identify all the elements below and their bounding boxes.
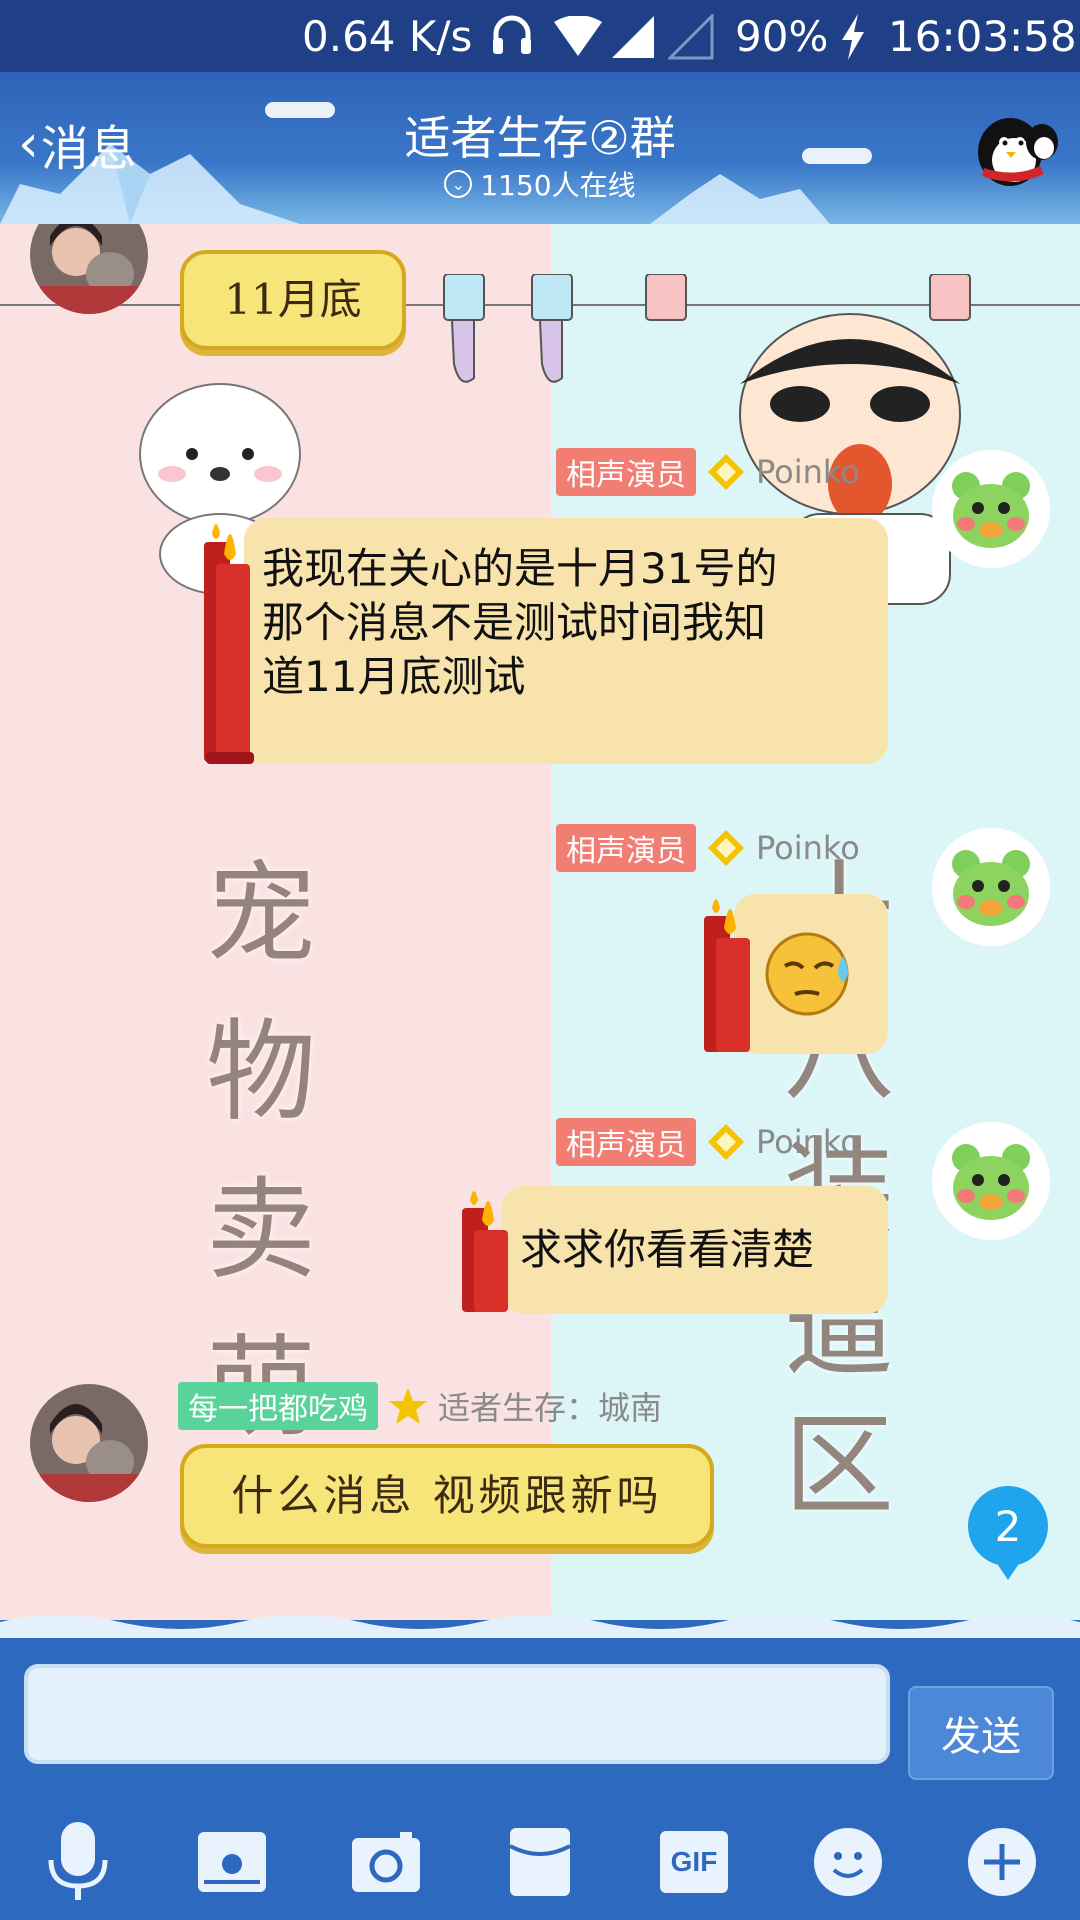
message-bubble[interactable] bbox=[734, 894, 888, 1054]
message-text-line: 道11月底测试 bbox=[262, 652, 526, 701]
candle-decoration-icon bbox=[704, 899, 750, 1052]
red-packet-button[interactable] bbox=[500, 1822, 580, 1902]
camera-button[interactable] bbox=[346, 1822, 426, 1902]
sender-info: 每一把都吃鸡 适者生存：城南 bbox=[178, 1382, 662, 1430]
background-text-char: 萌 bbox=[206, 1298, 316, 1458]
sender-info: 相声演员 Poinko bbox=[556, 448, 860, 496]
no-signal-icon bbox=[668, 14, 714, 60]
message-text: 求求你看看清楚 bbox=[520, 1225, 815, 1274]
sender-avatar[interactable] bbox=[30, 1384, 148, 1502]
charging-icon bbox=[842, 14, 864, 60]
member-title-badge: 每一把都吃鸡 bbox=[178, 1382, 378, 1430]
sender-name[interactable]: Poinko bbox=[756, 453, 860, 491]
member-title-badge: 相声演员 bbox=[556, 448, 696, 496]
background-text-char: 区 bbox=[784, 1402, 894, 1530]
emoji-button[interactable] bbox=[808, 1822, 888, 1902]
network-speed: 0.64 K/s bbox=[302, 12, 473, 61]
sender-avatar[interactable] bbox=[932, 828, 1050, 946]
candle-decoration-icon bbox=[462, 1191, 508, 1312]
gif-button[interactable]: GIF bbox=[654, 1822, 734, 1902]
diamond-star-icon bbox=[708, 830, 744, 866]
chevron-down-circle-icon: ⌄ bbox=[444, 170, 473, 198]
sender-avatar[interactable] bbox=[932, 1122, 1050, 1240]
message-text-line: 我现在关心的是十月31号的 bbox=[262, 544, 778, 593]
plus-icon bbox=[968, 1828, 1036, 1896]
diamond-star-icon bbox=[708, 454, 744, 490]
voice-button[interactable] bbox=[38, 1822, 118, 1902]
sender-name[interactable]: Poinko bbox=[756, 1123, 860, 1161]
send-button[interactable]: 发送 bbox=[908, 1686, 1054, 1780]
message-bubble[interactable]: 求求你看看清楚 bbox=[502, 1186, 888, 1314]
avatar-photo-icon bbox=[30, 224, 148, 314]
star-icon bbox=[389, 1388, 427, 1424]
status-bar: 0.64 K/s 90% 16:03:58 bbox=[0, 0, 1080, 72]
wifi-icon bbox=[554, 16, 602, 56]
sender-info: 相声演员 Poinko bbox=[556, 1118, 860, 1166]
chat-header: ‹ 消息 适者生存②群 ⌄ 1150人在线 bbox=[0, 72, 1080, 224]
message-bubble[interactable]: 11月底 bbox=[180, 250, 406, 350]
gif-label: GIF bbox=[670, 1846, 718, 1877]
input-bar: 发送 bbox=[0, 1615, 1080, 1800]
message-text-line: 那个消息不是测试时间我知 bbox=[262, 598, 767, 647]
gif-icon: GIF bbox=[660, 1831, 728, 1893]
sender-info: 相声演员 Poinko bbox=[556, 824, 860, 872]
green-frog-avatar-icon bbox=[932, 450, 1050, 568]
candle-decoration-icon bbox=[204, 524, 254, 764]
diamond-star-icon bbox=[708, 1124, 744, 1160]
photo-album-button[interactable] bbox=[192, 1822, 272, 1902]
chat-toolbar: GIF bbox=[0, 1800, 1080, 1920]
message-input[interactable] bbox=[24, 1664, 890, 1764]
online-count-label: 1150人在线 bbox=[480, 169, 636, 202]
more-button[interactable] bbox=[962, 1822, 1042, 1902]
microphone-icon bbox=[48, 1822, 108, 1900]
message-bubble[interactable]: 什么消息 视频跟新吗 bbox=[180, 1444, 714, 1548]
image-icon bbox=[198, 1832, 266, 1892]
signal-icon bbox=[612, 16, 654, 58]
camera-icon bbox=[352, 1832, 420, 1892]
page-title[interactable]: 适者生存②群 bbox=[0, 102, 1080, 168]
avatar-photo-icon bbox=[30, 1384, 148, 1502]
message-text: 11月底 bbox=[224, 275, 362, 324]
online-count[interactable]: ⌄ 1150人在线 bbox=[0, 164, 1080, 204]
sender-name[interactable]: 适者生存：城南 bbox=[438, 1383, 662, 1429]
battery-level: 90% bbox=[735, 12, 829, 61]
green-frog-avatar-icon bbox=[932, 828, 1050, 946]
sender-avatar[interactable] bbox=[30, 224, 148, 314]
green-frog-avatar-icon bbox=[932, 1122, 1050, 1240]
background-text-char: 卖 bbox=[206, 1166, 316, 1294]
message-text: 什么消息 视频跟新吗 bbox=[231, 1471, 663, 1520]
sweating-face-emoji-icon bbox=[765, 932, 849, 1016]
headphones-icon bbox=[493, 15, 531, 54]
member-title-badge: 相声演员 bbox=[556, 1118, 696, 1166]
sender-name[interactable]: Poinko bbox=[756, 829, 860, 867]
group-profile-penguin-icon[interactable] bbox=[970, 102, 1062, 194]
chat-message-list[interactable]: 宠 物 卖 萌 十 八 装 逼 区 11月底 相声演员 Poinko bbox=[0, 224, 1080, 1620]
member-title-badge: 相声演员 bbox=[556, 824, 696, 872]
clock: 16:03:58 bbox=[888, 12, 1077, 61]
sender-avatar[interactable] bbox=[932, 450, 1050, 568]
emoji-icon bbox=[814, 1828, 882, 1896]
unread-count-badge[interactable]: 2 bbox=[968, 1486, 1048, 1580]
background-text-char: 物 bbox=[206, 1008, 316, 1136]
wave-decoration bbox=[0, 1615, 1080, 1638]
red-packet-icon bbox=[509, 1828, 571, 1896]
background-text-char: 宠 bbox=[206, 850, 316, 978]
message-bubble[interactable]: 我现在关心的是十月31号的 那个消息不是测试时间我知 道11月底测试 bbox=[244, 518, 888, 764]
